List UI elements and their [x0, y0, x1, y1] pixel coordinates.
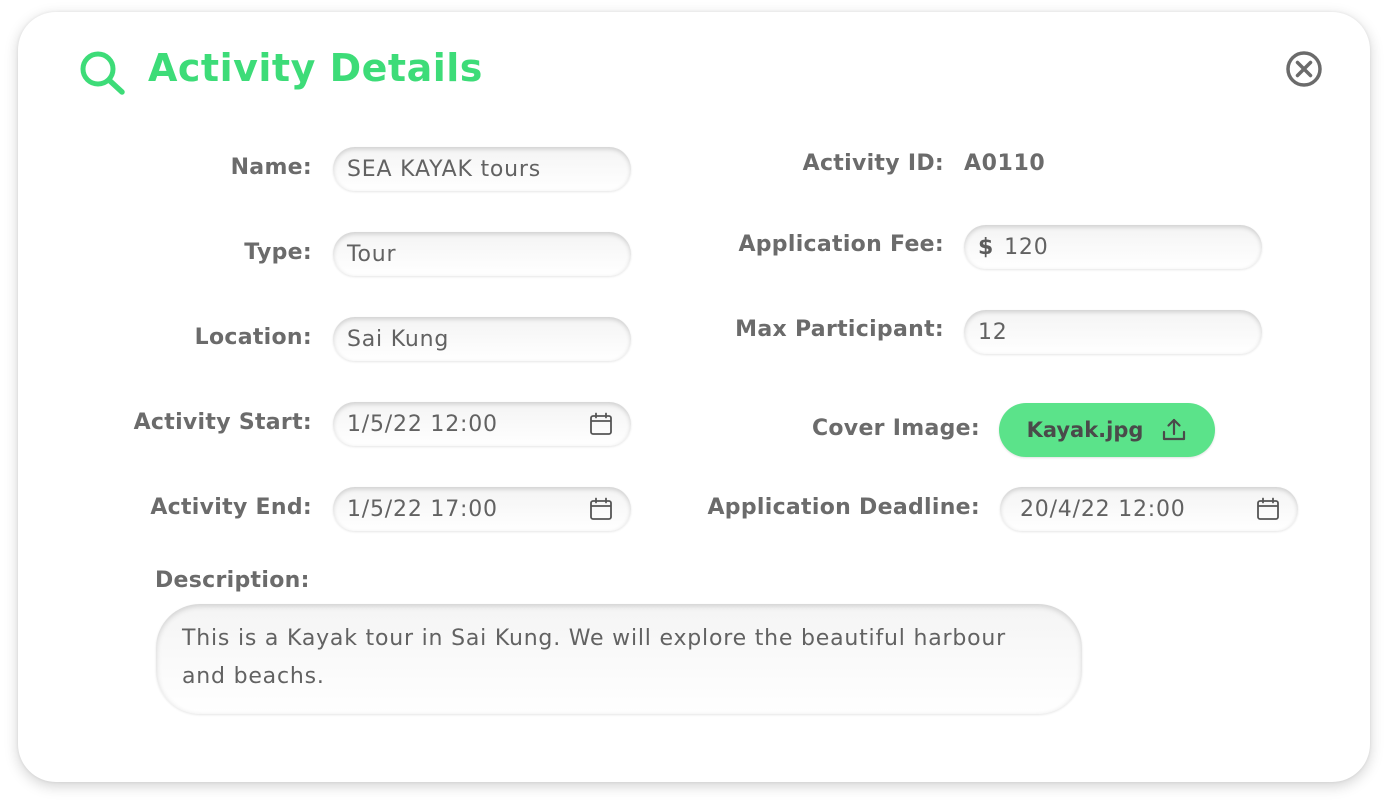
cover-image-filename: Kayak.jpg: [1026, 418, 1144, 442]
upload-icon: [1163, 418, 1186, 441]
close-icon[interactable]: [1284, 50, 1324, 90]
dialog-title: Activity Details: [148, 46, 483, 90]
max-participant-field[interactable]: 12: [964, 310, 1262, 354]
max-participant-label: Max Participant:: [735, 317, 944, 342]
description-label: Description:: [155, 568, 310, 593]
application-deadline-value: 20/4/22 12:00: [1020, 496, 1186, 522]
location-label: Location:: [194, 325, 312, 350]
max-participant-value: 12: [978, 319, 1008, 345]
calendar-icon[interactable]: [589, 412, 613, 436]
name-label: Name:: [230, 155, 312, 180]
application-fee-field[interactable]: $ 120: [964, 225, 1262, 269]
application-fee-label: Application Fee:: [738, 232, 944, 257]
location-value: Sai Kung: [347, 326, 450, 352]
currency-symbol: $: [978, 234, 995, 260]
search-icon: [80, 51, 125, 95]
location-field[interactable]: Sai Kung: [333, 317, 631, 361]
calendar-icon[interactable]: [589, 497, 613, 521]
calendar-icon[interactable]: [1256, 497, 1280, 521]
name-value: SEA KAYAK tours: [347, 156, 542, 182]
activity-end-value: 1/5/22 17:00: [347, 496, 498, 522]
activity-start-value: 1/5/22 12:00: [347, 411, 498, 437]
activity-id-value: A0110: [964, 151, 1046, 176]
application-deadline-field[interactable]: 20/4/22 12:00: [1000, 487, 1298, 531]
application-fee-value: 120: [1004, 234, 1049, 260]
activity-end-field[interactable]: 1/5/22 17:00: [333, 487, 631, 531]
name-field[interactable]: SEA KAYAK tours: [333, 147, 631, 191]
activity-start-label: Activity Start:: [133, 410, 312, 435]
description-value: This is a Kayak tour in Sai Kung. We wil…: [182, 626, 1006, 689]
activity-start-field[interactable]: 1/5/22 12:00: [333, 402, 631, 446]
type-field[interactable]: Tour: [333, 232, 631, 276]
type-label: Type:: [244, 240, 312, 265]
activity-end-label: Activity End:: [150, 495, 312, 520]
cover-image-upload-button[interactable]: Kayak.jpg: [999, 403, 1215, 457]
activity-id-label: Activity ID:: [802, 151, 944, 176]
type-value: Tour: [347, 241, 397, 267]
description-textarea[interactable]: This is a Kayak tour in Sai Kung. We wil…: [156, 604, 1082, 714]
cover-image-label: Cover Image:: [811, 416, 980, 441]
application-deadline-label: Application Deadline:: [707, 495, 980, 520]
